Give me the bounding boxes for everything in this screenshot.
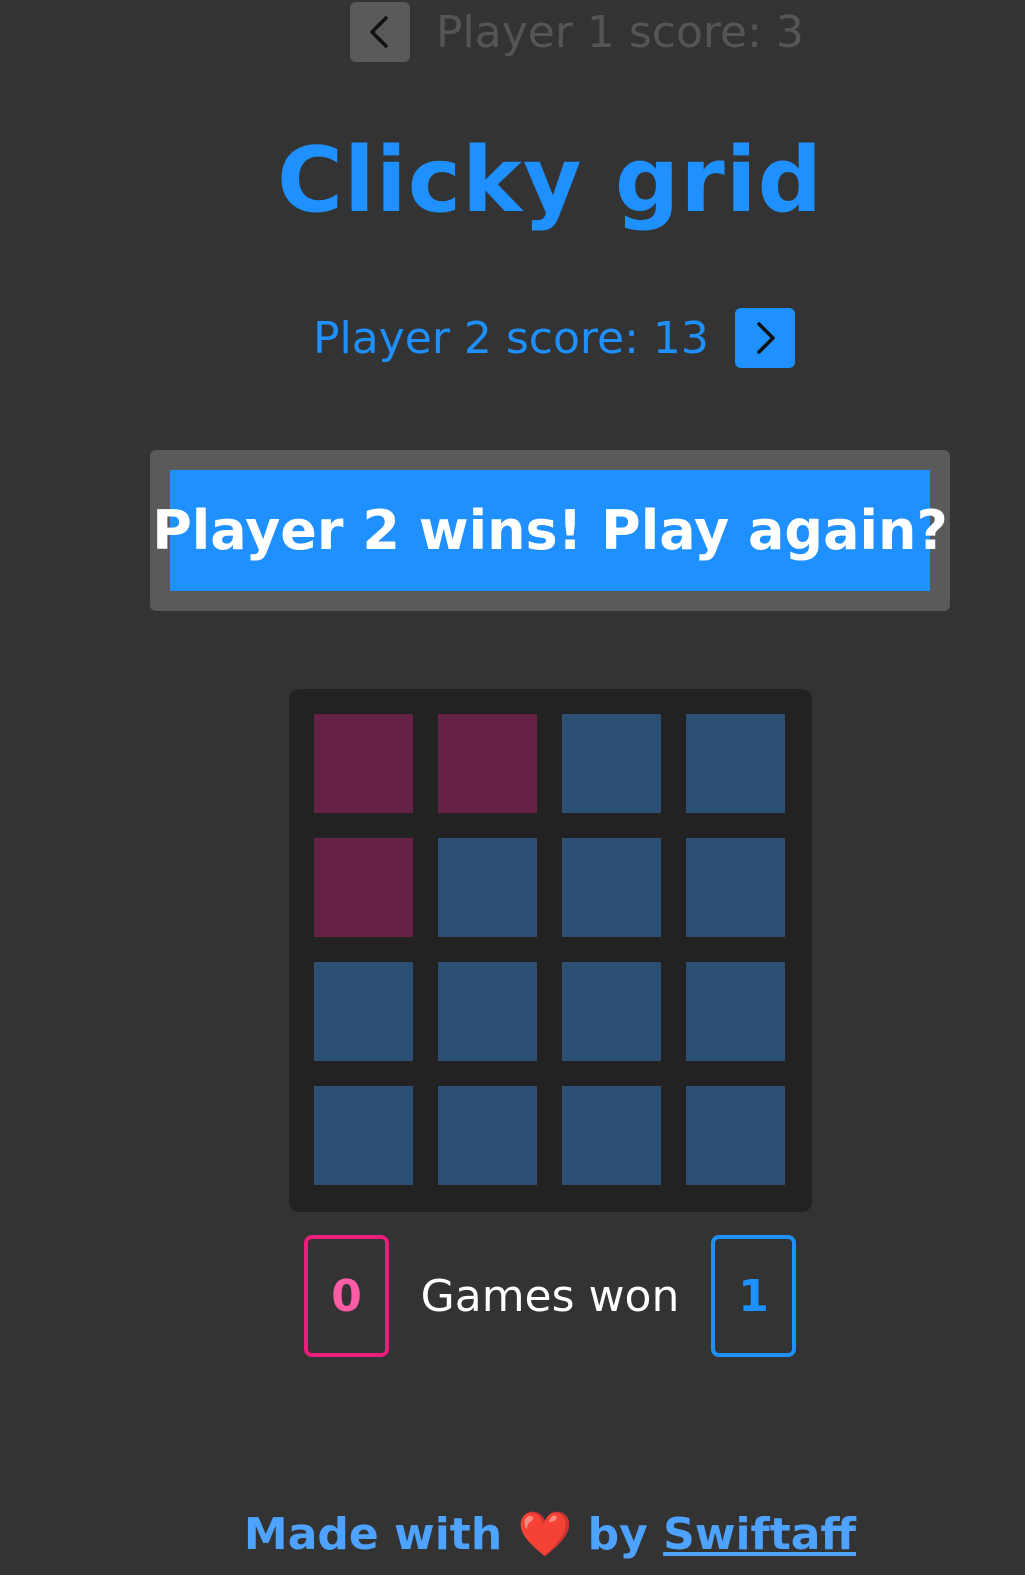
grid-cell[interactable] bbox=[314, 962, 413, 1061]
grid-cell[interactable] bbox=[314, 1086, 413, 1185]
player2-score-row: Player 2 score: 13 bbox=[313, 308, 795, 368]
grid-cell[interactable] bbox=[438, 962, 537, 1061]
footer-by: by bbox=[587, 1509, 648, 1560]
grid-cell[interactable] bbox=[686, 1086, 785, 1185]
play-again-button[interactable]: Player 2 wins! Play again? bbox=[152, 470, 948, 591]
games-won-row: 0 Games won 1 bbox=[304, 1235, 797, 1357]
player1-score-row: Player 1 score: 3 bbox=[350, 2, 804, 62]
grid-cell[interactable] bbox=[314, 838, 413, 937]
grid-cell[interactable] bbox=[438, 714, 537, 813]
grid-cell[interactable] bbox=[438, 1086, 537, 1185]
page: Player 1 score: 3 Clicky grid Player 2 s… bbox=[0, 0, 1025, 1575]
heart-icon: ❤️ bbox=[517, 1509, 573, 1560]
grid-cell[interactable] bbox=[686, 962, 785, 1061]
author-link[interactable]: Swiftaff bbox=[663, 1509, 856, 1560]
player1-score: Player 1 score: 3 bbox=[436, 6, 804, 58]
play-again-container: Player 2 wins! Play again? bbox=[150, 450, 950, 611]
grid-cell[interactable] bbox=[686, 838, 785, 937]
previous-player-button[interactable] bbox=[350, 2, 410, 62]
page-title: Clicky grid bbox=[276, 128, 824, 233]
player1-games-won: 0 bbox=[304, 1235, 389, 1357]
grid-cell[interactable] bbox=[438, 838, 537, 937]
grid-cell[interactable] bbox=[562, 714, 661, 813]
footer-prefix: Made with bbox=[243, 1509, 503, 1560]
next-player-button[interactable] bbox=[734, 308, 795, 368]
grid-cell[interactable] bbox=[562, 1086, 661, 1185]
player2-games-won: 1 bbox=[711, 1235, 796, 1357]
chevron-left-icon bbox=[370, 16, 388, 48]
player2-score: Player 2 score: 13 bbox=[313, 312, 709, 364]
game-grid bbox=[289, 689, 812, 1212]
grid-cell[interactable] bbox=[314, 714, 413, 813]
grid-cell[interactable] bbox=[686, 714, 785, 813]
grid-cell[interactable] bbox=[562, 838, 661, 937]
games-won-label: Games won bbox=[420, 1270, 680, 1322]
footer: Made with ❤️ by Swiftaff bbox=[0, 1508, 1025, 1560]
grid-cell[interactable] bbox=[562, 962, 661, 1061]
chevron-right-icon bbox=[757, 322, 775, 354]
